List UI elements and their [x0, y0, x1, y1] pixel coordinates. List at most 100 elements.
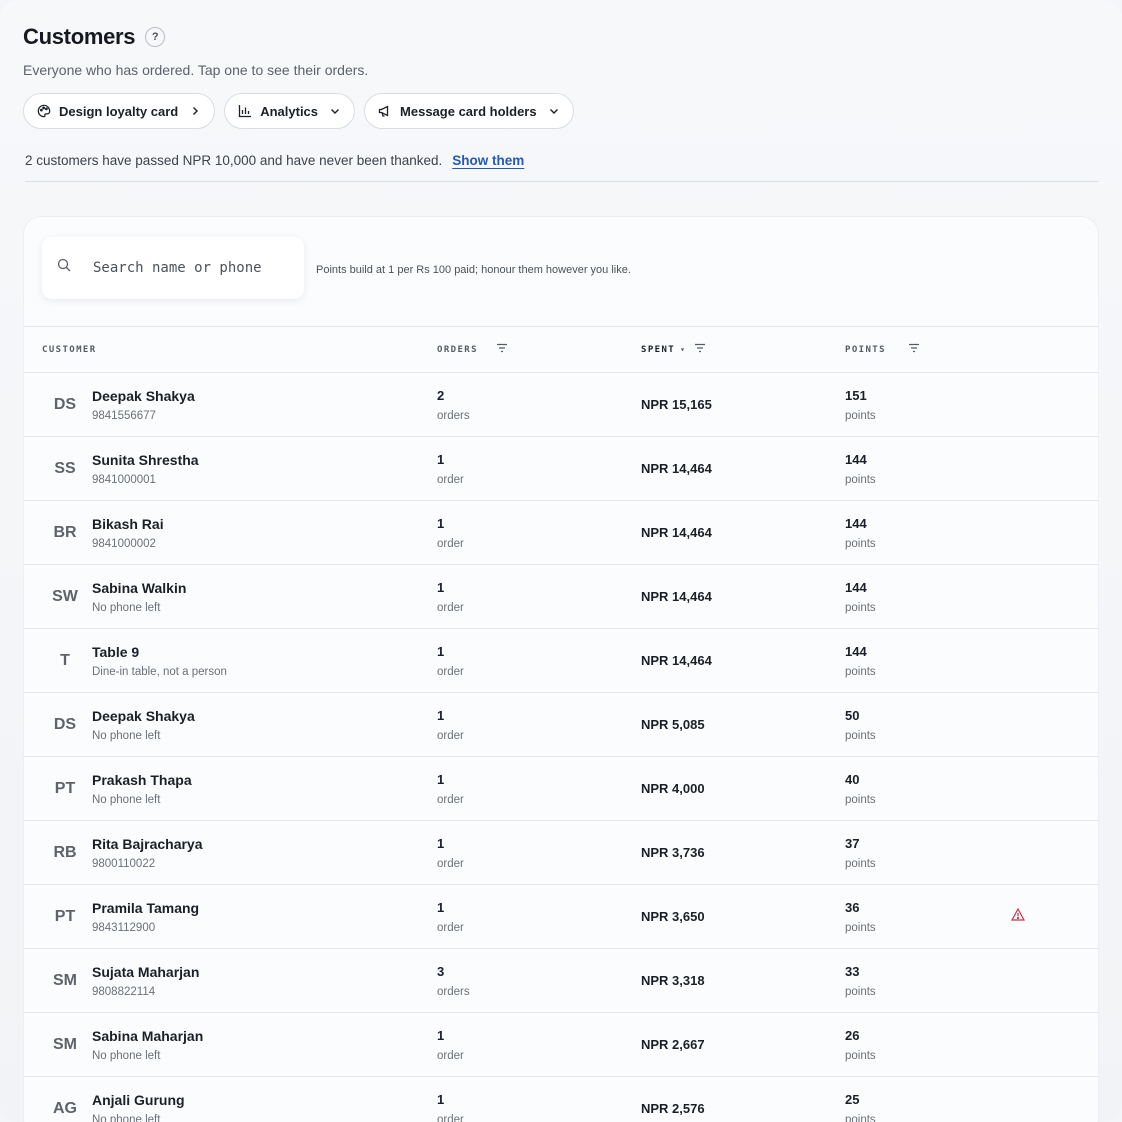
points-cell: 144 points: [845, 500, 1011, 565]
orders-count: 3: [437, 963, 445, 979]
action-bar: Design loyalty card Analytics Message ca: [23, 93, 1099, 129]
points-unit: points: [845, 665, 876, 678]
page-subtitle: Everyone who has ordered. Tap one to see…: [23, 62, 369, 78]
customer-phone: 9841556677: [92, 409, 156, 422]
analytics-button[interactable]: Analytics: [224, 93, 356, 129]
table-row[interactable]: T Table 9 Dine-in table, not a person 1 orde…: [24, 628, 1098, 693]
flag-cell: [1011, 948, 1098, 1013]
avatar: SW: [52, 587, 78, 605]
chevron-down-icon: [549, 106, 559, 116]
table-row[interactable]: RB Rita Bajracharya 9800110022 1 order NPR 3,…: [24, 820, 1098, 885]
orders-count: 1: [437, 515, 445, 531]
orders-count: 1: [437, 1027, 445, 1043]
table-row[interactable]: BR Bikash Rai 9841000002 1 order NPR 14,464 14…: [24, 500, 1098, 565]
show-them-link[interactable]: Show them: [452, 153, 524, 168]
orders-count: 1: [437, 707, 445, 723]
customer-cell: DS Deepak Shakya No phone left: [24, 692, 437, 757]
points-cell: 37 points: [845, 820, 1011, 885]
help-icon[interactable]: ?: [145, 27, 166, 47]
table-row[interactable]: SM Sabina Maharjan No phone left 1 order NPR …: [24, 1012, 1098, 1077]
table-row[interactable]: SM Sujata Maharjan 9808822114 3 orders NPR 3,…: [24, 948, 1098, 1013]
points-unit: points: [845, 1049, 876, 1062]
column-customer-label: CUSTOMER: [42, 344, 97, 355]
customer-cell: PT Pramila Tamang 9843112900: [24, 884, 437, 949]
spent-amount: NPR 14,464: [641, 525, 712, 540]
customer-cell: AG Anjali Gurung No phone left: [24, 1076, 437, 1122]
orders-cell: 1 order: [437, 500, 641, 565]
customer-phone: No phone left: [92, 1113, 161, 1122]
table-row[interactable]: DS Deepak Shakya 9841556677 2 orders NPR 15,1…: [24, 372, 1098, 437]
table-row[interactable]: AG Anjali Gurung No phone left 1 order NPR 2,…: [24, 1076, 1098, 1122]
spent-cell: NPR 3,318: [641, 948, 845, 1013]
chevron-right-icon: [190, 106, 200, 116]
customer-name: Table 9: [92, 643, 140, 660]
column-header-points[interactable]: POINTS: [845, 327, 1011, 373]
orders-unit: order: [437, 665, 464, 678]
column-header-flag: [1011, 327, 1098, 373]
flag-cell: [1010, 884, 1098, 949]
table-header-row: CUSTOMER ORDERS SPENT ▾ POINTS: [24, 327, 1098, 373]
chevron-down-icon: [330, 106, 340, 116]
orders-count: 1: [437, 771, 445, 787]
orders-count: 1: [437, 899, 445, 915]
message-card-holders-label: Message card holders: [400, 103, 537, 119]
message-card-holders-button[interactable]: Message card holders: [364, 93, 574, 129]
customer-cell: DS Deepak Shakya 9841556677: [24, 372, 437, 437]
flag-cell: [1011, 436, 1098, 501]
table-row[interactable]: SW Sabina Walkin No phone left 1 order NPR 14…: [24, 564, 1098, 629]
spent-amount: NPR 3,736: [641, 845, 705, 860]
flag-cell: [1011, 756, 1098, 821]
column-header-spent[interactable]: SPENT ▾: [641, 327, 845, 373]
points-cell: 25 points: [845, 1076, 1011, 1122]
customer-phone: No phone left: [92, 729, 161, 742]
orders-count: 1: [437, 451, 445, 467]
points-cell: 144 points: [845, 628, 1011, 693]
design-loyalty-card-button[interactable]: Design loyalty card: [23, 93, 216, 129]
orders-unit: order: [437, 921, 464, 934]
filter-icon[interactable]: [496, 343, 508, 356]
customer-cell: SM Sabina Maharjan No phone left: [24, 1012, 437, 1077]
customer-name: Bikash Rai: [92, 515, 164, 532]
table-row[interactable]: PT Pramila Tamang 9843112900 1 order NPR 3,65…: [24, 884, 1098, 949]
column-header-orders[interactable]: ORDERS: [437, 327, 641, 373]
orders-unit: order: [437, 857, 464, 870]
points-count: 144: [845, 515, 867, 531]
points-cell: 40 points: [845, 756, 1011, 821]
points-cell: 144 points: [845, 436, 1011, 501]
avatar: PT: [54, 907, 76, 925]
page-header: Customers ? Everyone who has ordered. Ta…: [0, 0, 1122, 129]
customers-card: Points build at 1 per Rs 100 paid; honou…: [23, 216, 1099, 1122]
filter-icon[interactable]: [694, 343, 706, 356]
orders-unit: order: [437, 473, 464, 486]
design-loyalty-card-label: Design loyalty card: [59, 103, 179, 119]
palette-icon: [37, 104, 51, 118]
table-row[interactable]: PT Prakash Thapa No phone left 1 order NPR 4,…: [24, 756, 1098, 821]
notice-text: 2 customers have passed NPR 10,000 and h…: [25, 153, 443, 168]
orders-unit: orders: [437, 409, 470, 422]
warning-icon[interactable]: [1010, 907, 1026, 925]
column-header-customer[interactable]: CUSTOMER: [24, 327, 437, 373]
flag-cell: [1011, 820, 1098, 885]
column-orders-label: ORDERS: [437, 344, 478, 355]
points-cell: 144 points: [845, 564, 1011, 629]
avatar: RB: [53, 843, 77, 861]
search-input[interactable]: [91, 258, 295, 277]
customer-cell: PT Prakash Thapa No phone left: [24, 756, 437, 821]
avatar: SM: [53, 971, 77, 989]
table-row[interactable]: SS Sunita Shrestha 9841000001 1 order NPR 14,…: [24, 436, 1098, 501]
search-box[interactable]: [42, 236, 304, 299]
flag-cell: [1011, 1012, 1098, 1077]
customer-cell: T Table 9 Dine-in table, not a person: [24, 628, 437, 693]
spent-cell: NPR 4,000: [641, 756, 845, 821]
filter-icon[interactable]: [908, 343, 920, 356]
orders-count: 1: [437, 1091, 445, 1107]
spent-cell: NPR 3,736: [641, 820, 845, 885]
spent-cell: NPR 2,576: [641, 1076, 845, 1122]
customer-name: Anjali Gurung: [92, 1091, 185, 1108]
customer-name: Sunita Shrestha: [92, 451, 199, 468]
table-row[interactable]: DS Deepak Shakya No phone left 1 order NPR 5,…: [24, 692, 1098, 757]
avatar: DS: [53, 395, 77, 413]
orders-cell: 1 order: [437, 820, 641, 885]
orders-count: 1: [437, 579, 445, 595]
customer-phone: 9808822114: [92, 985, 156, 998]
